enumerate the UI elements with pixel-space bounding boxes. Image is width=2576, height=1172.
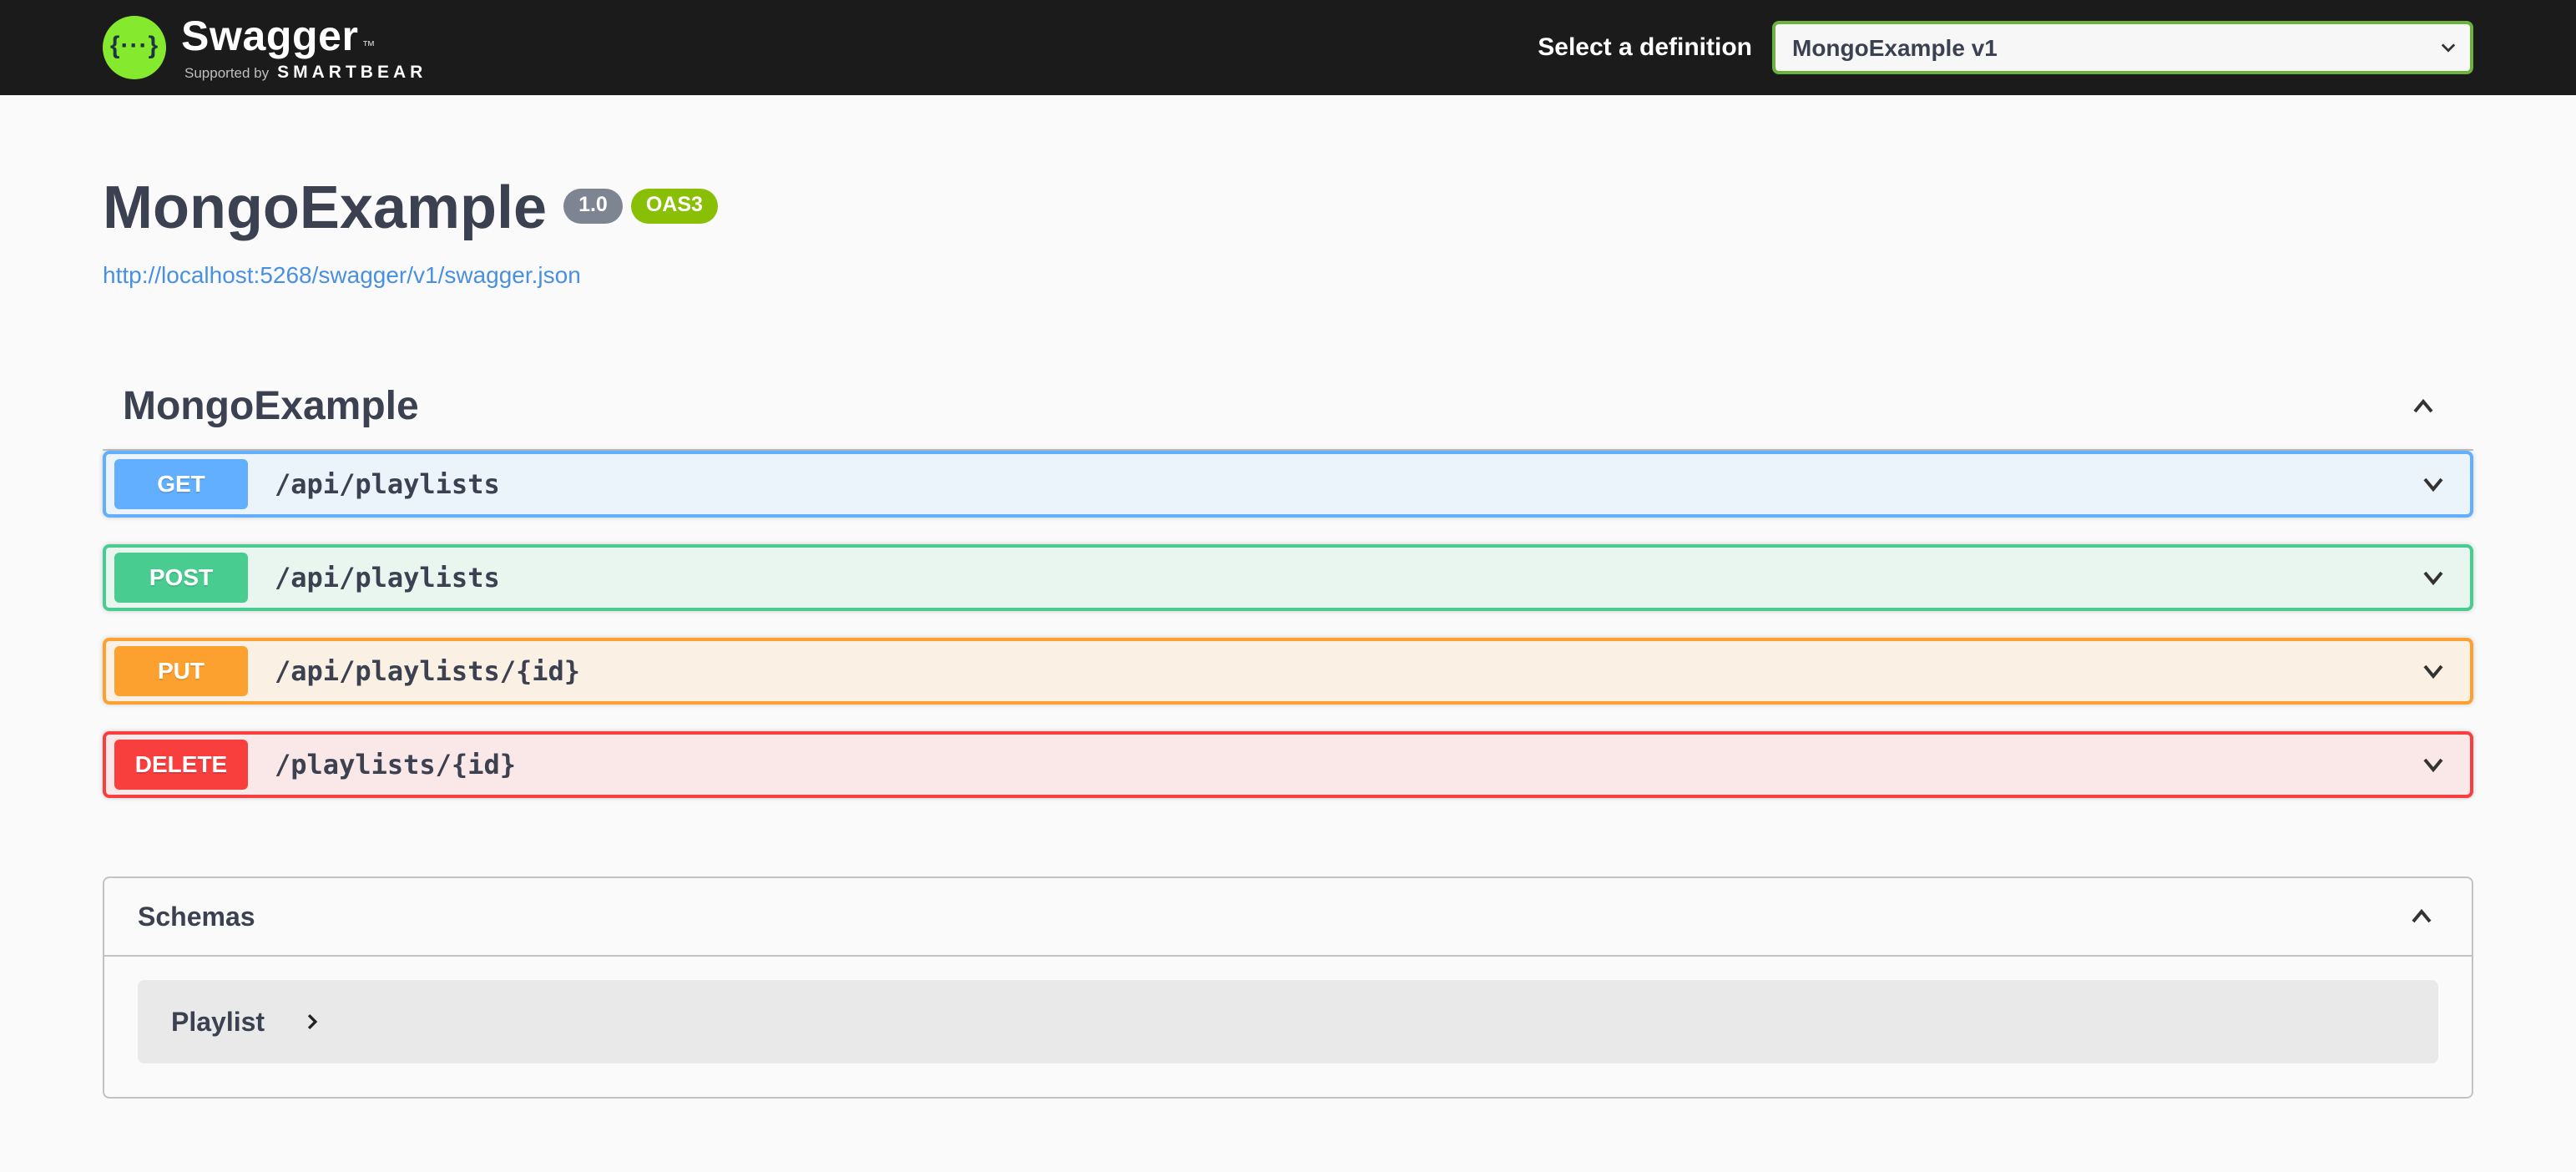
operation-row-put[interactable]: PUT /api/playlists/{id}	[103, 638, 2473, 705]
version-badge: 1.0	[563, 189, 623, 224]
model-row-playlist[interactable]: Playlist	[138, 980, 2438, 1064]
method-badge: POST	[114, 553, 248, 604]
chevron-down-icon[interactable]	[2417, 654, 2450, 688]
operation-path: /api/playlists	[275, 468, 500, 501]
chevron-up-icon[interactable]	[2405, 900, 2438, 933]
page-title: MongoExample 1.0 OAS3	[103, 172, 2473, 244]
definition-select[interactable]: MongoExample v1	[1772, 21, 2473, 74]
chevron-down-icon[interactable]	[2417, 467, 2450, 501]
operation-path: /playlists/{id}	[275, 749, 516, 781]
operation-row-delete[interactable]: DELETE /playlists/{id}	[103, 731, 2473, 799]
oas3-badge: OAS3	[630, 189, 718, 224]
swagger-logo-icon: {···}	[103, 16, 166, 79]
method-badge: DELETE	[114, 740, 248, 791]
trademark-symbol: ™	[361, 38, 376, 53]
main-content: MongoExample 1.0 OAS3 http://localhost:526…	[69, 172, 2507, 1165]
tag-section-header[interactable]: MongoExample	[103, 366, 2473, 452]
schemas-title: Schemas	[138, 901, 255, 932]
tag-section: MongoExample GET /api/playlists POST /ap…	[103, 366, 2473, 799]
chevron-down-icon[interactable]	[2417, 561, 2450, 594]
operation-row-post[interactable]: POST /api/playlists	[103, 544, 2473, 612]
swagger-logo[interactable]: {···} Swagger ™ Supported by SMARTBEAR	[103, 15, 427, 81]
api-title-text: MongoExample	[103, 174, 548, 241]
method-badge: PUT	[114, 646, 248, 697]
schemas-section: Schemas Playlist	[103, 876, 2473, 1099]
definition-select-label: Select a definition	[1538, 33, 1752, 61]
operation-row-get[interactable]: GET /api/playlists	[103, 451, 2473, 518]
method-badge: GET	[114, 459, 248, 510]
operation-path: /api/playlists	[275, 562, 500, 594]
chevron-right-icon[interactable]	[301, 1011, 323, 1033]
logo-tagline-prefix: Supported by	[184, 64, 270, 81]
logo-brand-text: Swagger	[181, 12, 359, 59]
tag-section-title: MongoExample	[123, 384, 419, 429]
topbar: {···} Swagger ™ Supported by SMARTBEAR Se…	[0, 0, 2576, 95]
logo-tagline-brand: SMARTBEAR	[277, 62, 427, 82]
schemas-header[interactable]: Schemas	[104, 878, 2472, 957]
chevron-up-icon[interactable]	[2407, 390, 2440, 423]
model-name: Playlist	[171, 1006, 265, 1037]
braces-icon: {···}	[109, 32, 159, 59]
operation-path: /api/playlists/{id}	[275, 655, 581, 688]
spec-url-link[interactable]: http://localhost:5268/swagger/v1/swagger…	[103, 262, 581, 289]
chevron-down-icon[interactable]	[2417, 748, 2450, 781]
api-info: MongoExample 1.0 OAS3 http://localhost:526…	[103, 172, 2473, 290]
